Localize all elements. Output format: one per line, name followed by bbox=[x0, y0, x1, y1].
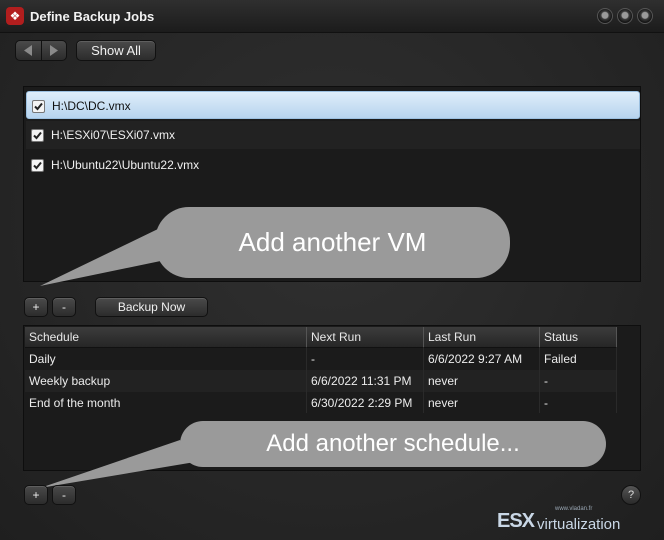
watermark-logo: www.vladan.fr ESX virtualization bbox=[497, 506, 659, 538]
add-schedule-callout: Add another schedule... bbox=[180, 421, 606, 467]
vm-checkbox[interactable] bbox=[31, 129, 44, 142]
watermark-brand: ESX bbox=[497, 510, 535, 532]
title-bar: ❖ Define Backup Jobs bbox=[0, 0, 664, 33]
arrow-right-icon bbox=[50, 45, 58, 56]
minimize-button[interactable] bbox=[597, 8, 613, 24]
table-row[interactable]: End of the month 6/30/2022 2:29 PM never… bbox=[25, 392, 617, 414]
cell-status: - bbox=[544, 396, 548, 410]
table-header: Schedule Next Run Last Run Status bbox=[25, 327, 617, 348]
cell-status: Failed bbox=[544, 352, 577, 366]
nav-buttons bbox=[15, 40, 67, 61]
help-button[interactable]: ? bbox=[621, 485, 641, 505]
cell-last-run: never bbox=[428, 374, 459, 388]
vm-path: H:\ESXi07\ESXi07.vmx bbox=[51, 128, 176, 142]
show-all-button[interactable]: Show All bbox=[76, 40, 156, 61]
column-divider bbox=[423, 327, 424, 347]
checkmark-icon bbox=[33, 161, 42, 170]
back-button[interactable] bbox=[16, 41, 42, 60]
cell-schedule: End of the month bbox=[29, 396, 121, 410]
column-divider bbox=[539, 327, 540, 347]
cell-schedule: Daily bbox=[29, 352, 56, 366]
vm-checkbox[interactable] bbox=[31, 159, 44, 172]
remove-schedule-button[interactable]: - bbox=[52, 485, 76, 505]
cell-last-run: never bbox=[428, 396, 459, 410]
table-row[interactable]: Daily - 6/6/2022 9:27 AM Failed bbox=[25, 348, 617, 370]
arrow-left-icon bbox=[24, 45, 32, 56]
cell-last-run: 6/6/2022 9:27 AM bbox=[428, 352, 523, 366]
column-gridline bbox=[306, 347, 307, 413]
column-divider bbox=[306, 327, 307, 347]
checkmark-icon bbox=[34, 102, 43, 111]
backup-now-button[interactable]: Backup Now bbox=[95, 297, 208, 317]
maximize-button[interactable] bbox=[617, 8, 633, 24]
cell-next-run: - bbox=[311, 352, 315, 366]
backup-jobs-window: ❖ Define Backup Jobs Show All H:\DC\DC.v… bbox=[0, 0, 664, 540]
vm-path: H:\Ubuntu22\Ubuntu22.vmx bbox=[51, 158, 200, 172]
vm-list-item[interactable]: H:\ESXi07\ESXi07.vmx bbox=[26, 121, 640, 149]
checkmark-icon bbox=[33, 131, 42, 140]
cell-status: - bbox=[544, 374, 548, 388]
remove-vm-button[interactable]: - bbox=[52, 297, 76, 317]
paw-icon: ❖ bbox=[6, 7, 24, 25]
column-header-last-run[interactable]: Last Run bbox=[428, 330, 476, 344]
column-gridline bbox=[539, 347, 540, 413]
close-button[interactable] bbox=[637, 8, 653, 24]
cell-schedule: Weekly backup bbox=[29, 374, 111, 388]
vm-path: H:\DC\DC.vmx bbox=[52, 99, 131, 113]
window-title: Define Backup Jobs bbox=[30, 9, 155, 24]
column-header-schedule[interactable]: Schedule bbox=[29, 330, 79, 344]
vm-checkbox[interactable] bbox=[32, 100, 45, 113]
watermark-suffix: virtualization bbox=[537, 516, 621, 533]
callout-pointer bbox=[40, 440, 195, 488]
add-vm-button[interactable]: + bbox=[24, 297, 48, 317]
vm-list-item[interactable]: H:\DC\DC.vmx bbox=[26, 91, 640, 119]
table-row[interactable]: Weekly backup 6/6/2022 11:31 PM never - bbox=[25, 370, 617, 392]
cell-next-run: 6/6/2022 11:31 PM bbox=[311, 374, 412, 388]
column-header-status[interactable]: Status bbox=[544, 330, 578, 344]
add-schedule-button[interactable]: + bbox=[24, 485, 48, 505]
forward-button[interactable] bbox=[42, 41, 67, 60]
column-gridline bbox=[423, 347, 424, 413]
vm-list-item[interactable]: H:\Ubuntu22\Ubuntu22.vmx bbox=[26, 151, 640, 179]
column-gridline bbox=[616, 347, 617, 413]
cell-next-run: 6/30/2022 2:29 PM bbox=[311, 396, 413, 410]
add-vm-callout: Add another VM bbox=[155, 207, 510, 278]
column-divider bbox=[616, 327, 617, 347]
column-header-next-run[interactable]: Next Run bbox=[311, 330, 361, 344]
watermark-url: www.vladan.fr bbox=[555, 506, 593, 512]
